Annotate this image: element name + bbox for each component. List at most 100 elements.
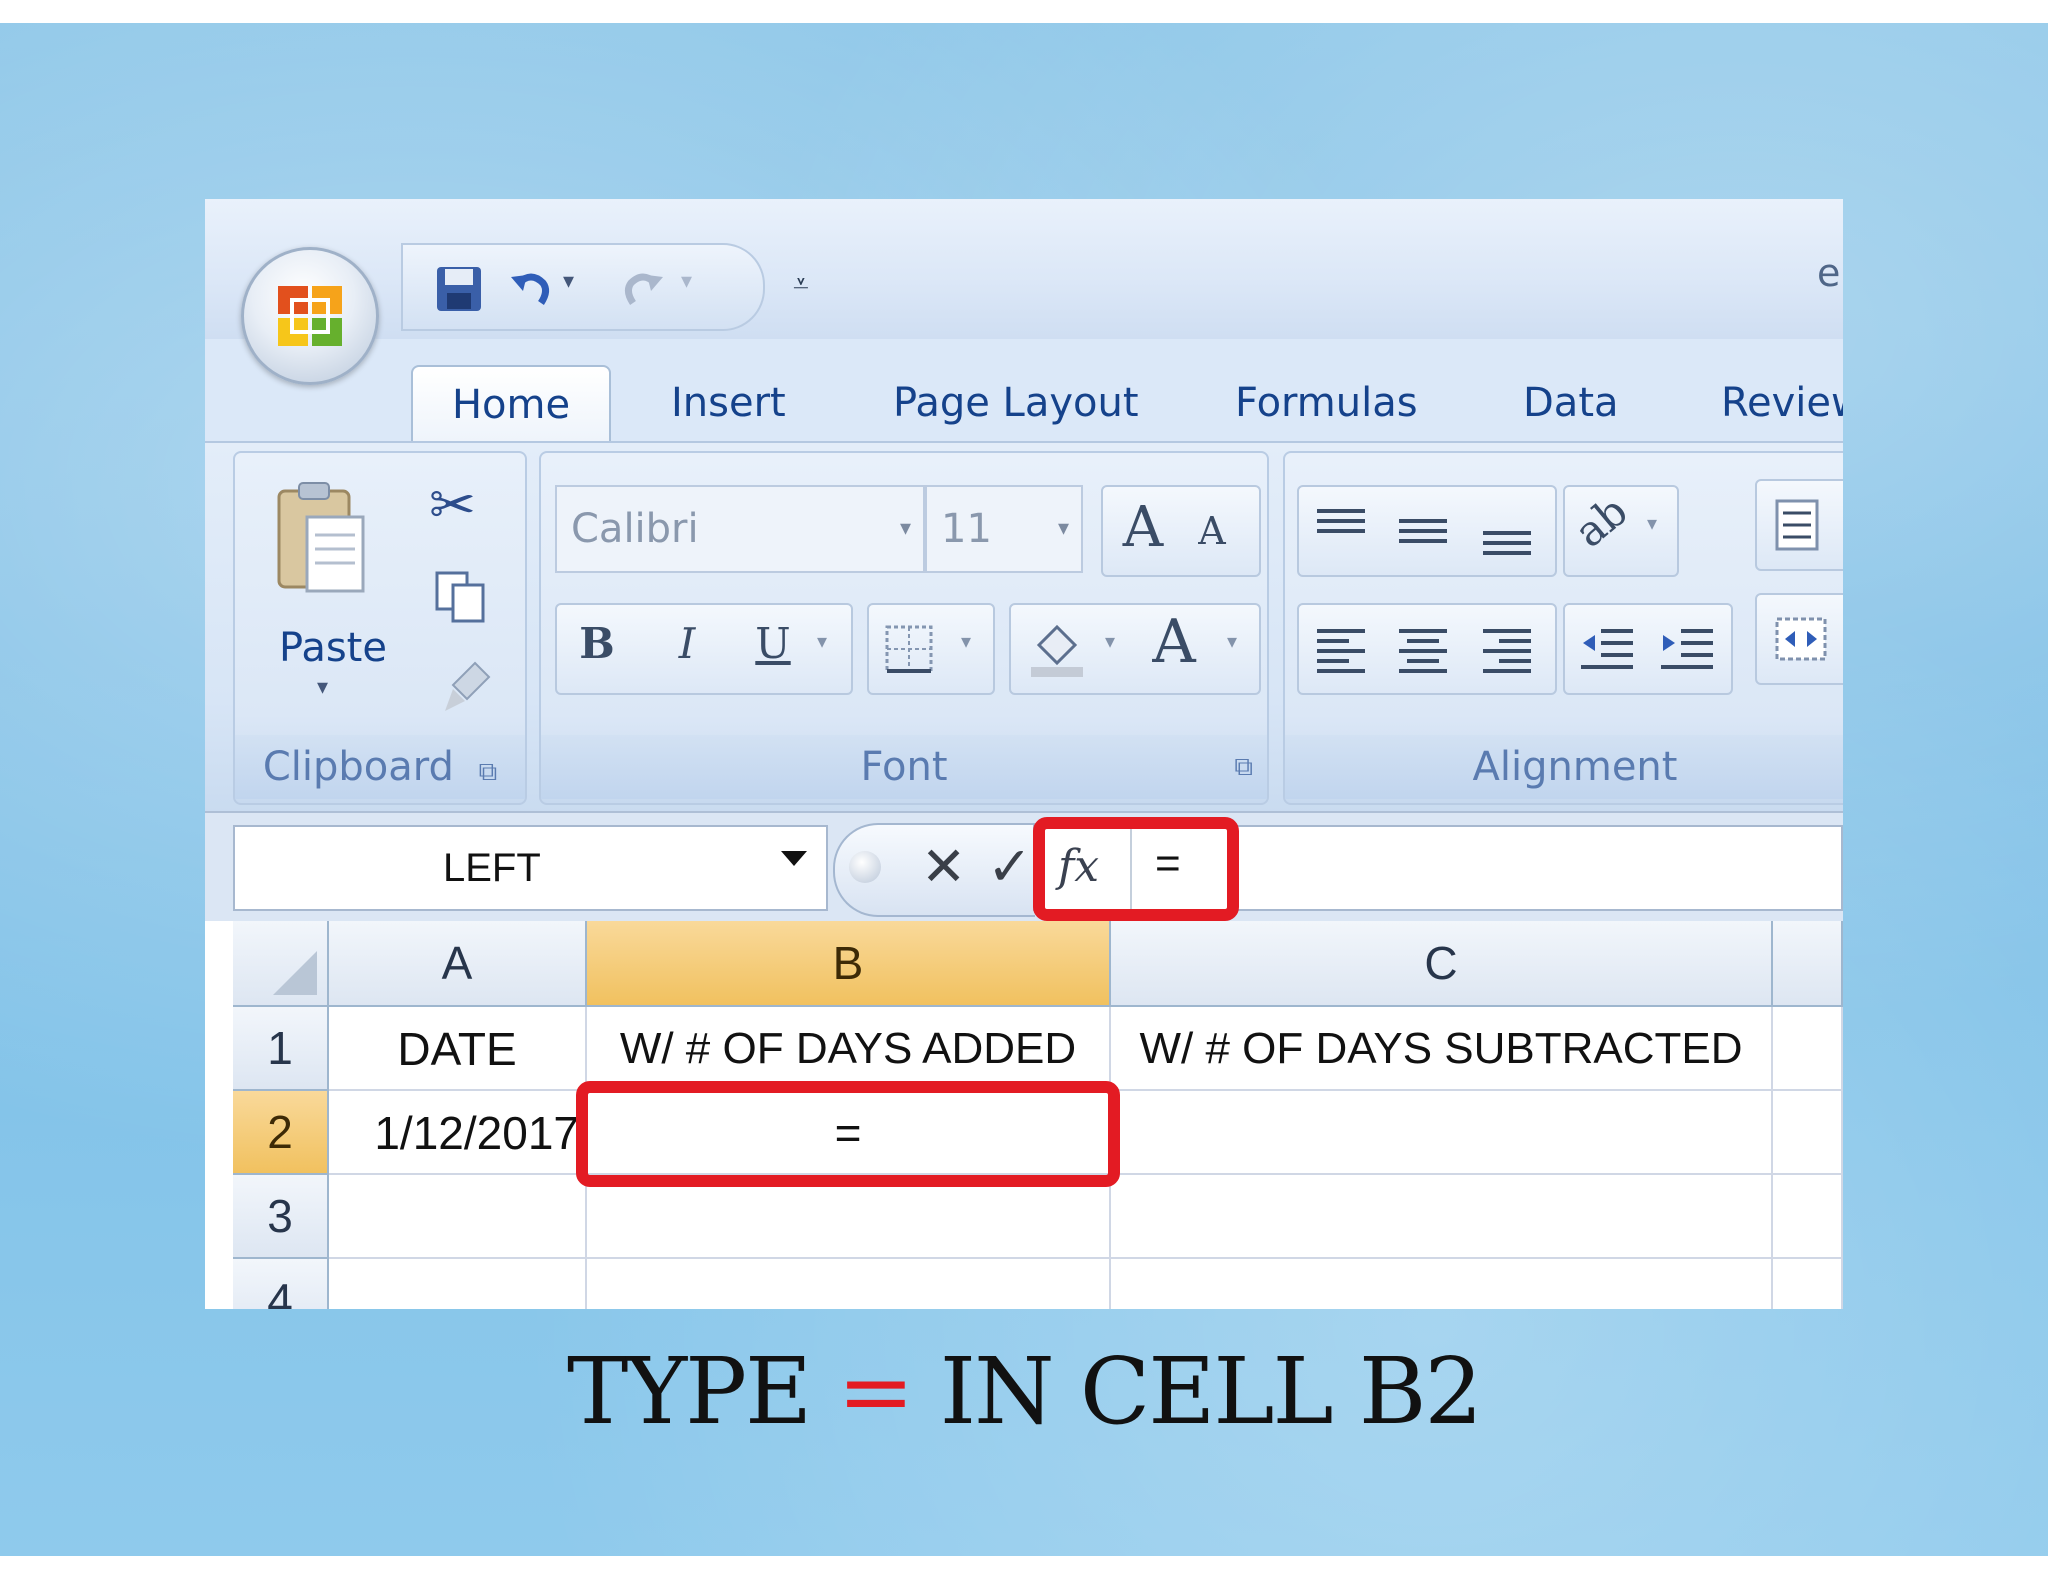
wrap-text-button[interactable] [1755,479,1843,571]
window-title: e [1817,251,1841,295]
fill-color-icon[interactable] [1025,617,1089,681]
caption-text-end: IN CELL B2 [912,1338,1483,1445]
cell-b4[interactable] [587,1259,1111,1309]
redo-dropdown-icon[interactable]: ▾ [681,269,692,294]
wrap-text-icon [1775,499,1819,551]
orientation-icon: ab [1565,486,1637,557]
cell-a3[interactable] [329,1175,587,1259]
select-all-corner[interactable] [233,921,329,1007]
row-header-2[interactable]: 2 [233,1091,329,1175]
alignment-group-label: Alignment [1285,735,1843,799]
font-style-group: B I U ▾ [555,603,853,695]
cancel-entry-icon[interactable]: ✕ [921,835,966,898]
column-header-c[interactable]: C [1111,921,1773,1007]
font-color-icon[interactable]: A [1139,607,1209,677]
cell-a4[interactable] [329,1259,587,1309]
paste-label[interactable]: Paste [279,625,387,671]
cut-icon[interactable]: ✂ [429,473,476,538]
cell-d1[interactable] [1773,1007,1843,1091]
italic-icon[interactable]: I [657,619,717,668]
name-box-value: LEFT [443,846,541,890]
font-name-select[interactable]: Calibri ▾ [555,485,925,573]
formula-bar-grip-icon[interactable] [849,851,881,883]
align-bottom-icon[interactable] [1479,503,1535,559]
fill-font-color-group: ▾ A ▾ [1009,603,1261,695]
column-header-d[interactable] [1773,921,1843,1007]
cell-b1[interactable]: W/ # OF DAYS ADDED [587,1007,1111,1091]
paste-icon[interactable] [273,477,369,597]
orientation-dropdown-icon[interactable]: ▾ [1637,511,1667,535]
title-bar: ▾ ▾ ⩡ e [205,199,1843,339]
cell-c4[interactable] [1111,1259,1773,1309]
column-header-a[interactable]: A [329,921,587,1007]
font-group-label: Font ⧉ [541,735,1267,799]
align-center-icon[interactable] [1395,621,1451,677]
bold-icon[interactable]: B [567,619,627,668]
undo-dropdown-icon[interactable]: ▾ [563,269,574,294]
font-size-dropdown-icon[interactable]: ▾ [1058,487,1069,571]
font-size-value: 11 [941,506,992,552]
grow-font-icon[interactable]: A [1113,495,1173,560]
cell-c3[interactable] [1111,1175,1773,1259]
cell-a1[interactable]: DATE [329,1007,587,1091]
office-logo-icon [278,286,342,346]
cell-c2[interactable] [1111,1091,1773,1175]
font-size-select[interactable]: 11 ▾ [925,485,1083,573]
font-grow-shrink-group: A A [1101,485,1261,577]
tab-data[interactable]: Data [1523,365,1619,441]
column-header-b[interactable]: B [587,921,1111,1007]
font-color-dropdown-icon[interactable]: ▾ [1217,629,1247,653]
underline-icon[interactable]: U [743,619,803,668]
fill-color-dropdown-icon[interactable]: ▾ [1095,629,1125,653]
clipboard-launcher-icon[interactable]: ⧉ [479,757,498,787]
indent-group [1563,603,1733,695]
tab-page-layout[interactable]: Page Layout [893,365,1139,441]
align-left-icon[interactable] [1313,621,1369,677]
cell-b3[interactable] [587,1175,1111,1259]
name-box[interactable]: LEFT [233,825,828,911]
format-painter-icon[interactable] [439,659,495,715]
font-group: Calibri ▾ 11 ▾ A A B I U ▾ ▾ ▾ A ▾ Font … [539,451,1269,805]
tab-review[interactable]: Review [1721,365,1843,441]
font-launcher-icon[interactable]: ⧉ [1234,735,1253,799]
cell-d3[interactable] [1773,1175,1843,1259]
ribbon-tabs: Home Insert Page Layout Formulas Data Re… [205,339,1843,443]
merge-center-button[interactable] [1755,593,1843,685]
clipboard-label-text: Clipboard [262,744,454,790]
undo-icon[interactable] [505,263,557,315]
cell-d2[interactable] [1773,1091,1843,1175]
borders-dropdown-icon[interactable]: ▾ [951,629,981,653]
row-header-1[interactable]: 1 [233,1007,329,1091]
borders-button[interactable]: ▾ [867,603,995,695]
enter-entry-icon[interactable]: ✓ [987,835,1032,898]
redo-icon[interactable] [617,263,669,315]
cell-c1[interactable]: W/ # OF DAYS SUBTRACTED [1111,1007,1773,1091]
paste-dropdown-icon[interactable]: ▾ [317,675,328,700]
ribbon: Paste ▾ ✂ Clipboard ⧉ Calibri ▾ 11 ▾ A A… [205,441,1843,813]
row-header-4[interactable]: 4 [233,1259,329,1309]
font-name-dropdown-icon[interactable]: ▾ [900,487,911,571]
tab-formulas[interactable]: Formulas [1235,365,1418,441]
customize-qat-icon[interactable]: ⩡ [793,267,809,301]
save-icon[interactable] [433,263,485,315]
borders-icon [885,625,933,673]
row-header-3[interactable]: 3 [233,1175,329,1259]
quick-access-toolbar: ▾ ▾ [401,243,765,331]
align-middle-icon[interactable] [1395,503,1451,559]
increase-indent-icon[interactable] [1657,621,1717,677]
decrease-indent-icon[interactable] [1577,621,1637,677]
vertical-align-group [1297,485,1557,577]
shrink-font-icon[interactable]: A [1187,509,1237,553]
align-top-icon[interactable] [1313,503,1369,559]
underline-dropdown-icon[interactable]: ▾ [807,629,837,653]
cell-d4[interactable] [1773,1259,1843,1309]
orientation-button[interactable]: ab ▾ [1563,485,1679,577]
tab-home[interactable]: Home [411,365,611,443]
name-box-dropdown-icon[interactable] [781,851,807,866]
align-right-icon[interactable] [1479,621,1535,677]
office-button[interactable] [241,247,379,385]
horizontal-align-group [1297,603,1557,695]
cell-a2[interactable]: 1/12/2017 [329,1091,587,1175]
copy-icon[interactable] [433,569,489,625]
tab-insert[interactable]: Insert [671,365,786,441]
